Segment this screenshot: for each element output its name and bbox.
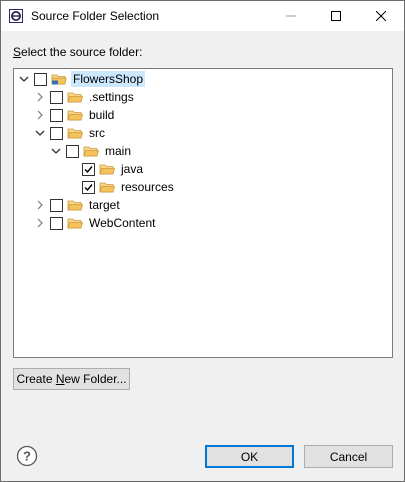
maximize-button[interactable] bbox=[314, 1, 358, 31]
folder-checkbox[interactable] bbox=[50, 126, 63, 140]
folder-checkbox[interactable] bbox=[50, 198, 63, 212]
collapse-chevron-right-icon[interactable] bbox=[34, 88, 46, 106]
folder-icon bbox=[67, 110, 83, 121]
tree-row-settings[interactable]: .settings bbox=[34, 88, 136, 106]
folder-icon bbox=[67, 200, 83, 211]
minimize-icon bbox=[286, 15, 296, 17]
tree-row-main[interactable]: main bbox=[50, 142, 133, 160]
tree-item-label: WebContent bbox=[89, 216, 156, 230]
minimize-button[interactable] bbox=[269, 1, 313, 31]
eclipse-app-icon bbox=[9, 9, 23, 23]
folder-icon bbox=[67, 128, 83, 139]
create-label-prefix: Create bbox=[16, 372, 56, 386]
checkmark-icon bbox=[84, 165, 93, 173]
dialog-window: Source Folder Selection Select the sourc… bbox=[0, 0, 405, 482]
tree-item-label: target bbox=[89, 198, 120, 212]
window-title: Source Folder Selection bbox=[31, 9, 160, 23]
folder-checkbox[interactable] bbox=[50, 108, 63, 122]
tree-item-label: FlowersShop bbox=[71, 71, 146, 87]
folder-tree[interactable]: FlowersShop .settings build src main java reso… bbox=[13, 68, 393, 358]
create-new-folder-button[interactable]: Create New Folder... bbox=[13, 368, 130, 390]
expand-chevron-down-icon[interactable] bbox=[50, 142, 62, 160]
collapse-chevron-right-icon[interactable] bbox=[34, 214, 46, 232]
maximize-icon bbox=[331, 11, 341, 21]
checkmark-icon bbox=[84, 183, 93, 191]
ok-button[interactable]: OK bbox=[205, 445, 294, 468]
tree-item-label: .settings bbox=[89, 90, 134, 104]
folder-icon bbox=[99, 164, 115, 175]
prompt-mnemonic: S bbox=[13, 45, 22, 59]
folder-icon bbox=[83, 146, 99, 157]
tree-item-label: resources bbox=[121, 180, 174, 194]
tree-row-java[interactable]: java bbox=[66, 160, 145, 178]
prompt-text: elect the source folder: bbox=[21, 45, 143, 59]
cancel-button[interactable]: Cancel bbox=[304, 445, 393, 468]
folder-checkbox[interactable] bbox=[82, 180, 95, 194]
title-bar[interactable]: Source Folder Selection bbox=[1, 1, 404, 31]
collapse-chevron-right-icon[interactable] bbox=[34, 196, 46, 214]
project-folder-icon bbox=[51, 74, 67, 85]
expand-chevron-down-icon[interactable] bbox=[18, 70, 30, 88]
create-label-mnemonic: N bbox=[55, 372, 65, 386]
help-icon[interactable]: ? bbox=[16, 445, 38, 467]
expand-chevron-down-icon[interactable] bbox=[34, 124, 46, 142]
tree-row-resources[interactable]: resources bbox=[66, 178, 176, 196]
create-label-suffix: ew Folder... bbox=[64, 372, 127, 386]
tree-row-webcontent[interactable]: WebContent bbox=[34, 214, 158, 232]
folder-checkbox[interactable] bbox=[50, 216, 63, 230]
tree-item-label: build bbox=[89, 108, 115, 122]
folder-icon bbox=[67, 218, 83, 229]
folder-icon bbox=[99, 182, 115, 193]
folder-checkbox[interactable] bbox=[66, 144, 79, 158]
folder-checkbox[interactable] bbox=[82, 162, 95, 176]
tree-item-label: java bbox=[121, 162, 144, 176]
tree-row-build[interactable]: build bbox=[34, 106, 116, 124]
folder-checkbox[interactable] bbox=[34, 72, 47, 86]
collapse-chevron-right-icon[interactable] bbox=[34, 106, 46, 124]
tree-row-flowersshop[interactable]: FlowersShop bbox=[18, 70, 146, 88]
tree-item-label: src bbox=[89, 126, 105, 140]
close-button[interactable] bbox=[359, 1, 403, 31]
folder-icon bbox=[67, 92, 83, 103]
tree-row-target[interactable]: target bbox=[34, 196, 122, 214]
tree-item-label: main bbox=[105, 144, 132, 158]
close-icon bbox=[376, 11, 386, 21]
svg-text:?: ? bbox=[23, 449, 31, 464]
tree-row-src[interactable]: src bbox=[34, 124, 107, 142]
folder-checkbox[interactable] bbox=[50, 90, 63, 104]
prompt-label: Select the source folder: bbox=[13, 45, 142, 59]
